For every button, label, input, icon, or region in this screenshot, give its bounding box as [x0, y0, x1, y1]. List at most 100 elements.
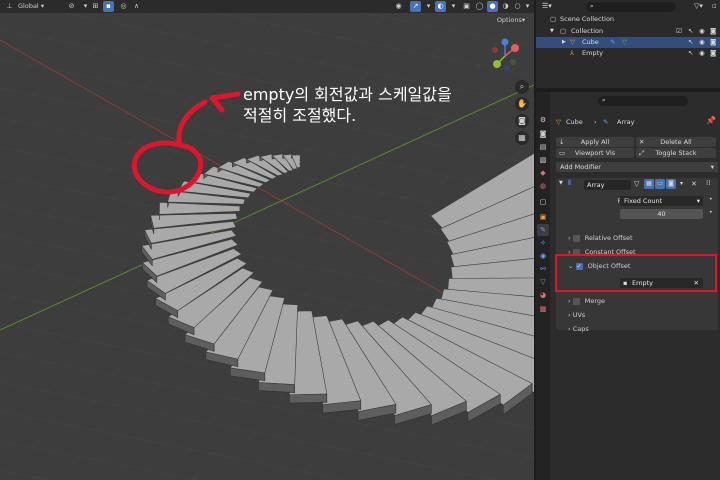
select-arrow-icon[interactable]: ↖ — [688, 26, 693, 37]
apply-all-button[interactable]: ↓ Apply All — [556, 137, 634, 147]
zoom-icon[interactable]: ⌕ — [515, 80, 529, 94]
merge-checkbox[interactable] — [572, 297, 580, 305]
outliner-search-input[interactable] — [586, 2, 676, 12]
physics-tab-icon[interactable]: ◉ — [537, 250, 549, 262]
chevron-down-icon[interactable]: ▾ — [522, 1, 533, 12]
render-display-icon[interactable]: ◙ — [666, 179, 676, 189]
edit-mode-icon[interactable]: ▽ — [634, 180, 639, 188]
modifier-name-field[interactable]: Array — [584, 180, 631, 190]
grid-view-icon[interactable]: ▦ — [515, 131, 529, 145]
texture-tab-icon[interactable]: ▩ — [537, 303, 549, 315]
chevron-down-icon[interactable]: ▾ — [423, 1, 434, 12]
merge-row[interactable]: › Merge — [568, 296, 605, 307]
tool-tab-icon[interactable]: ⚙ — [537, 114, 549, 126]
toggle-stack-label: Toggle Stack — [655, 149, 697, 157]
transform-orientation-icon[interactable]: ⊥ — [4, 1, 15, 12]
camera-render-icon[interactable]: ◙ — [710, 48, 716, 59]
xray-icon[interactable]: ▣ — [461, 1, 472, 12]
scene-tab-icon[interactable]: ◆ — [537, 167, 549, 179]
chevron-down-icon[interactable]: ▾ — [448, 1, 459, 12]
chevron-down-icon[interactable]: ▼ — [559, 180, 563, 186]
modifier-tab-icon[interactable]: ✎ — [537, 224, 549, 236]
proportional-edit-icon[interactable]: ◎ — [118, 1, 129, 12]
select-arrow-icon[interactable]: ↖ — [688, 37, 693, 48]
overlay-icon[interactable]: ◐ — [435, 1, 446, 12]
solid-shading-icon[interactable]: ● — [487, 1, 498, 12]
new-collection-icon[interactable]: ▫ — [712, 2, 717, 10]
collection-tab-icon[interactable]: ▢ — [537, 196, 549, 208]
transform-orientation-label: Global — [18, 2, 39, 10]
eye-icon[interactable]: ◉ — [699, 48, 705, 59]
count-field[interactable]: 40 — [620, 209, 703, 219]
delete-all-button[interactable]: ✕ Delete All — [636, 137, 716, 147]
snap-active-icon[interactable]: ▪ — [103, 1, 114, 12]
uvs-row[interactable]: › UVs — [568, 310, 585, 321]
toggle-stack-button[interactable]: ⤢ Toggle Stack — [636, 148, 716, 158]
select-arrow-icon[interactable]: ↖ — [688, 48, 693, 59]
constraints-tab-icon[interactable]: ⚯ — [537, 263, 549, 275]
falloff-icon[interactable]: ∧ — [131, 1, 142, 12]
data-tab-icon[interactable]: ▽ — [537, 276, 549, 288]
keyframe-dot-icon[interactable]: • — [709, 209, 713, 216]
cage-icon[interactable]: ▦ — [644, 179, 654, 189]
eye-icon[interactable]: ◉ — [699, 26, 705, 37]
outliner-panel: ☰▾ ⌕ ▽▾ ▫ ▢ Scene Collection ▼ ▢ Collect… — [536, 0, 720, 88]
3d-viewport[interactable]: ⊥ Global ▾ ⊘ ▾ ⊞ ▪ ◎ ∧ ◉ ↗ ▾ ◐ ▾ ▣ ◯ ● ◑… — [0, 0, 534, 480]
camera-render-icon[interactable]: ◙ — [710, 37, 716, 48]
apply-all-label: Apply All — [580, 138, 610, 146]
collection-icon: ▢ — [560, 27, 567, 35]
viewport-vis-button[interactable]: ▭ Viewport Vis — [556, 148, 634, 158]
navigation-gizmo[interactable] — [487, 38, 523, 74]
breadcrumb-modifier: Array — [617, 118, 635, 126]
object-tab-icon[interactable]: ▣ — [537, 211, 549, 223]
output-tab-icon[interactable]: ▤ — [537, 141, 549, 153]
outliner-row-collection[interactable]: ▼ ▢ Collection ☑ ↖ ◉ ◙ — [536, 26, 720, 37]
properties-search-input[interactable] — [598, 96, 688, 106]
chevron-right-icon: › — [568, 297, 571, 305]
world-tab-icon[interactable]: ◍ — [537, 180, 549, 192]
pan-hand-icon[interactable]: ✋ — [515, 97, 529, 111]
keyframe-dot-icon[interactable]: • — [709, 196, 713, 203]
transform-orientation-dropdown[interactable]: Global ▾ — [18, 1, 58, 12]
chevron-right-icon[interactable]: ▶ — [562, 37, 566, 48]
camera-icon[interactable]: ◙ — [515, 114, 529, 128]
material-tab-icon[interactable]: ◕ — [537, 289, 549, 301]
snap-icon[interactable]: ⊞ — [90, 1, 101, 12]
chevron-down-icon[interactable]: ▼ — [550, 26, 554, 37]
close-icon[interactable]: ✕ — [691, 180, 697, 188]
search-icon: ⌕ — [602, 96, 606, 104]
cube-label: Cube — [582, 38, 599, 46]
checkbox-icon[interactable]: ☑ — [676, 26, 682, 37]
fit-type-dropdown[interactable]: Fixed Count ▾ — [620, 196, 703, 206]
outliner-menu-icon[interactable]: ☰▾ — [542, 2, 552, 10]
chevron-down-icon: ▾ — [696, 197, 700, 205]
modifier-name: Array — [587, 181, 605, 189]
chevron-down-icon[interactable]: ▾ — [680, 180, 683, 187]
relative-offset-label: Relative Offset — [584, 234, 633, 242]
material-shading-icon[interactable]: ◑ — [500, 1, 511, 12]
drag-handle-icon[interactable]: ⁞⁞ — [706, 179, 710, 187]
mesh-object-icon: ▽ — [570, 38, 575, 46]
gizmo-icon[interactable]: ↗ — [410, 1, 421, 12]
pin-icon[interactable]: 📌 — [706, 116, 716, 125]
visibility-icon[interactable]: ◉ — [393, 1, 404, 12]
expand-icon: ⤢ — [639, 149, 645, 157]
pivot-point-icon[interactable]: ⊘ — [66, 1, 77, 12]
options-label: Options — [496, 16, 522, 24]
render-tab-icon[interactable]: ◙ — [537, 128, 549, 140]
eye-icon[interactable]: ◉ — [699, 37, 705, 48]
outliner-row-empty[interactable]: ⅄ Empty ↖ ◉ ◙ — [536, 48, 720, 59]
wireframe-shading-icon[interactable]: ◯ — [474, 1, 485, 12]
add-modifier-button[interactable]: Add Modifier ▾ — [556, 162, 718, 172]
options-button[interactable]: Options▾ — [496, 15, 526, 25]
particles-tab-icon[interactable]: ✧ — [537, 237, 549, 249]
view-layer-tab-icon[interactable]: ▧ — [537, 154, 549, 166]
viewport-display-icon[interactable]: ▭ — [655, 179, 665, 189]
caps-row[interactable]: › Caps — [568, 324, 589, 335]
outliner-row-scene-collection[interactable]: ▢ Scene Collection — [536, 14, 720, 25]
outliner-row-cube[interactable]: ▶ ▽ Cube ✎ ▽ ↖ ◉ ◙ — [536, 37, 720, 48]
relative-offset-row[interactable]: › Relative Offset — [568, 233, 633, 244]
filter-icon[interactable]: ▽▾ — [694, 2, 703, 10]
camera-render-icon[interactable]: ◙ — [710, 26, 716, 37]
relative-offset-checkbox[interactable] — [572, 234, 580, 242]
